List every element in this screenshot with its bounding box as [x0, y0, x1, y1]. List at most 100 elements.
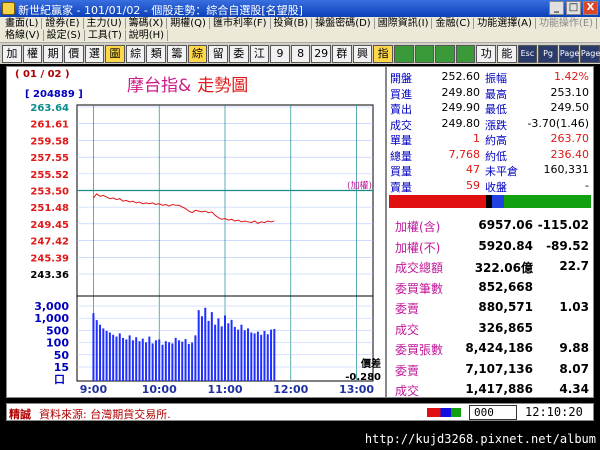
index-value: 7,107,136	[465, 361, 533, 376]
toolbar-button[interactable]: 期	[43, 44, 63, 63]
index-row: 成交 326,865	[387, 318, 593, 340]
menu-item[interactable]: 投資(B)	[271, 18, 313, 29]
index-label: 加權(含)	[395, 220, 441, 234]
menu-item[interactable]: 設定(S)	[44, 30, 85, 41]
toolbar-button[interactable]: 類	[146, 44, 166, 63]
toolbar-button[interactable]: 群	[332, 44, 352, 63]
toolbar-button[interactable]: 綜	[187, 44, 208, 63]
x-tick-label: 10:00	[142, 383, 177, 396]
toolbar-button[interactable]: Page	[579, 44, 600, 63]
x-tick-label: 12:00	[273, 383, 308, 396]
status-tag: 精誠	[9, 408, 31, 421]
toolbar-button[interactable]: 圖	[105, 44, 125, 63]
toolbar-button[interactable]: 籌	[167, 44, 187, 63]
volume-tick-label: 3,000	[34, 300, 69, 313]
menu-item[interactable]: 期權(Q)	[167, 18, 210, 29]
toolbar-button[interactable]: 委	[228, 44, 249, 63]
x-tick-label: 9:00	[80, 383, 108, 396]
volume-tick-label: 50	[54, 349, 70, 362]
toolbar-button[interactable]: 功	[476, 44, 496, 63]
index-change: -115.02	[537, 218, 589, 232]
index-label: 成交	[395, 322, 420, 337]
menu-item[interactable]: 格線(V)	[2, 30, 44, 41]
quote-label: 買量	[390, 165, 412, 178]
menu-item[interactable]: 國際資訊(I)	[375, 18, 433, 29]
menu-item[interactable]: 說明(H)	[126, 30, 169, 41]
toolbar-button[interactable]: 價	[63, 44, 84, 63]
toolbar-button[interactable]	[435, 44, 455, 63]
y-tick-label: 243.36	[30, 270, 69, 281]
y-tick-label: 259.58	[30, 136, 69, 147]
toolbar-button[interactable]: 29	[311, 44, 331, 63]
toolbar-button[interactable]	[455, 44, 476, 63]
quote-row: 開盤 252.60 振幅 1.42%	[387, 70, 593, 85]
toolbar-button[interactable]: 加	[2, 44, 22, 63]
toolbar-button[interactable]: Page	[558, 44, 579, 63]
menu-item[interactable]: 金融(C)	[432, 18, 475, 29]
quote-label: 未平倉	[485, 165, 518, 178]
quote-label: 約高	[485, 134, 507, 147]
y-tick-label: 251.48	[30, 203, 69, 214]
toolbar-button[interactable]: Pg	[538, 44, 558, 63]
minimize-button[interactable]: _	[549, 1, 564, 15]
menu-item[interactable]: 主力(U)	[84, 18, 126, 29]
menu-item[interactable]: 畫面(L)	[2, 18, 43, 29]
toolbar-button[interactable]: 興	[352, 44, 373, 63]
menu-item[interactable]: 功能選擇(A)	[474, 18, 536, 29]
quote-value: 249.90	[441, 101, 481, 114]
toolbar-button[interactable]: 指	[373, 44, 393, 63]
diff-value: -0.280	[345, 372, 381, 383]
close-button[interactable]: X	[583, 1, 598, 15]
maximize-button[interactable]: □	[566, 1, 581, 15]
quote-label: 振幅	[485, 72, 507, 85]
quote-row: 成交 249.80 漲跌 -3.70(1.46)	[387, 117, 593, 132]
toolbar-button[interactable]: Esc	[517, 44, 538, 63]
index-change: 22.7	[559, 259, 589, 273]
toolbar-button[interactable]: 江	[249, 44, 270, 63]
index-row: 成交總額 322.06億 22.7	[387, 256, 593, 278]
index-value: 8,424,186	[465, 341, 533, 355]
quote-value: 236.40	[550, 147, 590, 161]
menu-item[interactable]: 工具(T)	[85, 30, 126, 41]
toolbar-button[interactable]	[393, 44, 414, 63]
volume-tick-label: 100	[46, 337, 69, 350]
chart-title: 摩台指& 走勢圖	[127, 71, 248, 96]
quote-row: 單量 1 約高 263.70	[387, 132, 593, 147]
quote-value: 47	[466, 163, 480, 176]
toolbar-button[interactable]	[414, 44, 435, 63]
menu-item[interactable]: 證券(E)	[42, 18, 84, 29]
status-bar: 精誠 資料來源: 台灣期貨交易所. 000 12:10:20	[6, 403, 594, 421]
intraday-chart: 263.64 261.61 259.58 257.55 255.52 253.50 251.…	[30, 103, 381, 396]
toolbar-button[interactable]: 9	[270, 44, 290, 63]
menu-row-1: 畫面(L) 證券(E) 主力(U) 籌碼(X) 期權(Q) 匯市利率(F) 投資(B) 操盤密…	[2, 18, 598, 29]
toolbar-button[interactable]: 綜	[125, 44, 146, 63]
index-label: 成交總額	[395, 261, 444, 275]
index-row: 委賣 880,571 1.03	[387, 297, 593, 319]
quote-label: 開盤	[390, 72, 412, 85]
menu-item[interactable]: 操盤密碼(D)	[312, 18, 375, 29]
chart-title-text: 走勢圖	[197, 76, 249, 96]
menu-item[interactable]: 籌碼(X)	[126, 18, 168, 29]
toolbar-button[interactable]: 選	[84, 44, 105, 63]
menu-item[interactable]: 匯市利率(F)	[210, 18, 271, 29]
quote-label: 賣出	[390, 103, 412, 116]
quote-label: 漲跌	[485, 118, 507, 132]
app-icon	[2, 2, 15, 15]
index-row: 成交 1,417,886 4.34	[387, 379, 593, 401]
toolbar-button[interactable]: 留	[208, 44, 228, 63]
quote-panel: 開盤 252.60 振幅 1.42% 買進 249.80 最高 253.10 賣出 249.90 最…	[386, 66, 594, 398]
index-value: 880,571	[478, 300, 533, 314]
quote-row: 賣出 249.90 最低 249.50	[387, 101, 593, 116]
index-value: 852,668	[478, 279, 533, 294]
ask-bar-segment	[504, 195, 591, 208]
quote-label: 成交	[390, 118, 412, 132]
stock-code-input[interactable]: 000	[469, 405, 517, 420]
data-source: 資料來源: 台灣期貨交易所.	[39, 408, 171, 421]
index-value: 322.06億	[474, 261, 533, 275]
index-label: 成交	[395, 384, 420, 398]
y-tick-label: 263.64	[30, 103, 69, 114]
toolbar-button[interactable]: 能	[497, 44, 517, 63]
toolbar-button[interactable]: 8	[290, 44, 311, 63]
toolbar-button[interactable]: 權	[22, 44, 43, 63]
chart-date: ( 01 / 02 )	[15, 69, 70, 80]
